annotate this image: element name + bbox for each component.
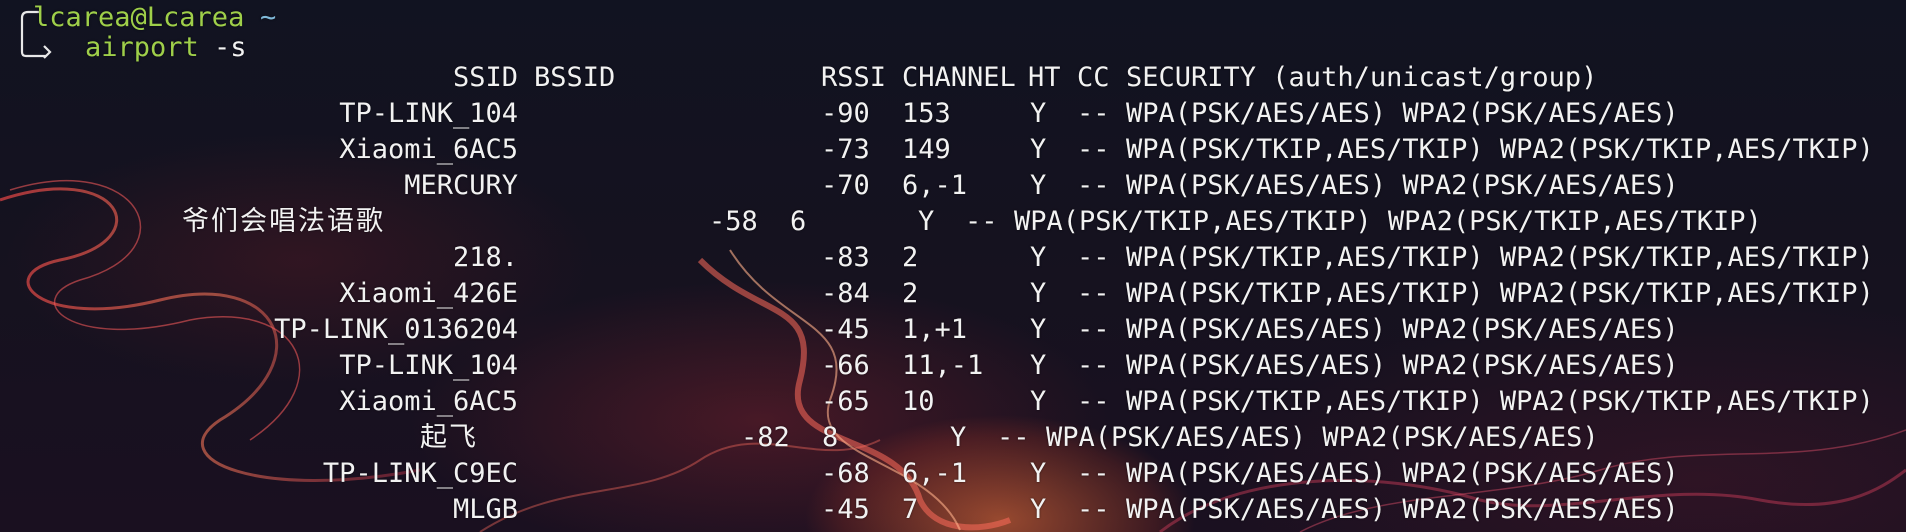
table-row: MLGB -45 7 Y -- WPA(PSK/AES/AES) WPA2(PSK/AES… [0, 492, 1906, 528]
cc-cell: -- [965, 206, 998, 237]
security-cell: WPA(PSK/AES/AES) WPA2(PSK/AES/AES) [1126, 494, 1679, 525]
rssi-cell: -68 [821, 458, 870, 489]
ssid-cell: TP-LINK_0136204 [274, 314, 518, 345]
channel-cell: 6,-1 [902, 170, 968, 201]
channel-cell: 2 [902, 278, 919, 309]
cc-cell: -- [1077, 314, 1110, 345]
table-row: TP-LINK_0136204 -45 1,+1 Y -- WPA(PSK/AES/AES… [0, 312, 1906, 348]
channel-cell: 153 [902, 98, 951, 129]
table-row: 起飞 -82 8 Y -- WPA(PSK/AES/AES) WPA2(PSK/AES/A… [0, 420, 1906, 456]
header-rssi: RSSI [821, 62, 887, 93]
ssid-cell: MLGB [452, 494, 518, 525]
ssid-cell: TP-LINK_C9EC [322, 458, 518, 489]
ssid-cell: Xiaomi_6AC5 [339, 134, 518, 165]
table-row: 218. -83 2 Y -- WPA(PSK/TKIP,AES/TKIP) WPA2(P… [0, 240, 1906, 276]
security-cell: WPA(PSK/TKIP,AES/TKIP) WPA2(PSK/TKIP,AES… [1126, 386, 1874, 417]
header-bssid: BSSID [534, 62, 616, 93]
rssi-cell: -65 [821, 386, 870, 417]
rssi-cell: -90 [821, 98, 870, 129]
ht-cell: Y [1030, 170, 1047, 201]
security-cell: WPA(PSK/AES/AES) WPA2(PSK/AES/AES) [1126, 314, 1679, 345]
rssi-cell: -82 [741, 422, 790, 453]
ht-cell: Y [918, 206, 935, 237]
table-row: Xiaomi_6AC5 -73 149 Y -- WPA(PSK/TKIP,AES/TKI… [0, 132, 1906, 168]
rssi-cell: -58 [709, 206, 758, 237]
channel-cell: 11,-1 [902, 350, 984, 381]
cc-cell: -- [1077, 170, 1110, 201]
table-row: TP-LINK_104 -90 153 Y -- WPA(PSK/AES/AES) WPA… [0, 96, 1906, 132]
security-cell: WPA(PSK/AES/AES) WPA2(PSK/AES/AES) [1046, 422, 1599, 453]
cc-cell: -- [1077, 134, 1110, 165]
security-cell: WPA(PSK/TKIP,AES/TKIP) WPA2(PSK/TKIP,AES… [1126, 278, 1874, 309]
channel-cell: 1,+1 [902, 314, 968, 345]
ht-cell: Y [1030, 350, 1047, 381]
rssi-cell: -73 [821, 134, 870, 165]
ht-cell: Y [1030, 458, 1047, 489]
channel-cell: 6 [790, 206, 807, 237]
security-cell: WPA(PSK/AES/AES) WPA2(PSK/AES/AES) [1126, 98, 1679, 129]
channel-cell: 7 [902, 494, 919, 525]
ht-cell: Y [1030, 134, 1047, 165]
ht-cell: Y [1030, 278, 1047, 309]
rssi-cell: -45 [821, 314, 870, 345]
rssi-cell: -70 [821, 170, 870, 201]
ht-cell: Y [1030, 98, 1047, 129]
table-row: TP-LINK_104 -66 11,-1 Y -- WPA(PSK/AES/AES) W… [0, 348, 1906, 384]
ssid-cell: Xiaomi_426E [339, 278, 518, 309]
header-ht: HT [1028, 62, 1061, 93]
rssi-cell: -45 [821, 494, 870, 525]
arrow-right-icon [43, 45, 52, 59]
ssid-cell: TP-LINK_104 [339, 98, 518, 129]
cc-cell: -- [1077, 458, 1110, 489]
ssid-cell: Xiaomi_6AC5 [339, 386, 518, 417]
ssid-cell: 218. [452, 242, 518, 273]
channel-cell: 6,-1 [902, 458, 968, 489]
cc-cell: -- [1077, 278, 1110, 309]
table-row: 爷们会唱法语歌 -58 6 Y -- WPA(PSK/TKIP,AES/TKIP) WPA… [0, 204, 1906, 240]
ht-cell: Y [1030, 386, 1047, 417]
table-row: Xiaomi_6AC5 -65 10 Y -- WPA(PSK/TKIP,AES/TKIP… [0, 384, 1906, 420]
channel-cell: 8 [822, 422, 839, 453]
channel-cell: 2 [902, 242, 919, 273]
terminal-window[interactable]: lcarea@Lcarea ~ airport -s SSID BSSID RS… [0, 0, 1906, 532]
header-cc: CC [1077, 62, 1110, 93]
cc-cell: -- [1077, 242, 1110, 273]
ssid-cell: TP-LINK_104 [339, 350, 518, 381]
security-cell: WPA(PSK/TKIP,AES/TKIP) WPA2(PSK/TKIP,AES… [1014, 206, 1762, 237]
header-security: SECURITY (auth/unicast/group) [1126, 62, 1598, 93]
channel-cell: 10 [902, 386, 935, 417]
channel-cell: 149 [902, 134, 951, 165]
ht-cell: Y [1030, 314, 1047, 345]
table-row: TP-LINK_C9EC -68 6,-1 Y -- WPA(PSK/AES/AES) W… [0, 456, 1906, 492]
security-cell: WPA(PSK/AES/AES) WPA2(PSK/AES/AES) [1126, 350, 1679, 381]
security-cell: WPA(PSK/AES/AES) WPA2(PSK/AES/AES) [1126, 170, 1679, 201]
security-cell: WPA(PSK/TKIP,AES/TKIP) WPA2(PSK/TKIP,AES… [1126, 242, 1874, 273]
security-cell: WPA(PSK/AES/AES) WPA2(PSK/AES/AES) [1126, 458, 1679, 489]
ht-cell: Y [1030, 242, 1047, 273]
cc-cell: -- [1077, 494, 1110, 525]
ssid-cell: 爷们会唱法语歌 [182, 206, 385, 237]
header-ssid: SSID [453, 62, 519, 93]
ht-cell: Y [1030, 494, 1047, 525]
header-channel: CHANNEL [902, 62, 1016, 93]
ssid-cell: 起飞 [420, 422, 478, 453]
cc-cell: -- [1077, 98, 1110, 129]
ht-cell: Y [950, 422, 967, 453]
rssi-cell: -84 [821, 278, 870, 309]
cc-cell: -- [997, 422, 1030, 453]
cc-cell: -- [1077, 386, 1110, 417]
ssid-cell: MERCURY [404, 170, 518, 201]
table-header: SSID BSSID RSSI CHANNEL HT CC SECURITY (… [0, 60, 1906, 96]
table-row: Xiaomi_426E -84 2 Y -- WPA(PSK/TKIP,AES/TKIP)… [0, 276, 1906, 312]
table-row: MERCURY -70 6,-1 Y -- WPA(PSK/AES/AES) WPA2(P… [0, 168, 1906, 204]
rssi-cell: -66 [821, 350, 870, 381]
rssi-cell: -83 [821, 242, 870, 273]
security-cell: WPA(PSK/TKIP,AES/TKIP) WPA2(PSK/TKIP,AES… [1126, 134, 1874, 165]
cc-cell: -- [1077, 350, 1110, 381]
